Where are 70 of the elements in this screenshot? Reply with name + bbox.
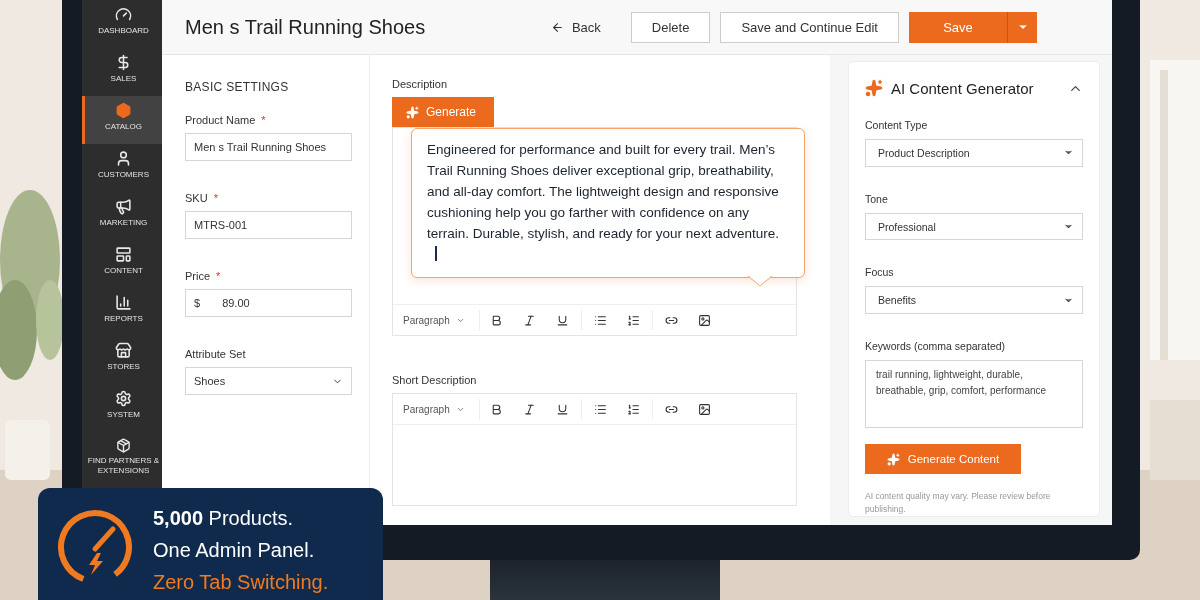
field-label: Price (185, 270, 211, 282)
package-icon (115, 438, 132, 453)
format-dropdown[interactable]: Paragraph (403, 398, 480, 420)
back-link[interactable]: Back (550, 19, 601, 35)
field-label: Focus (865, 266, 895, 279)
keywords-field[interactable]: trail running, lightweight, durable, breathable, grip, comfort, performance (865, 360, 1083, 429)
banner-text: Zero Tab Switching. (153, 570, 329, 595)
sidebar-item[interactable]: SYSTEM (82, 384, 162, 432)
sidebar-item[interactable]: REPORTS (82, 288, 162, 336)
sidebar-label: REPORTS (104, 314, 143, 324)
megaphone-icon (115, 198, 132, 215)
text-field[interactable]: MTRS-001 (185, 211, 352, 239)
field-label: Keywords (comma separated) (865, 340, 1007, 352)
sidebar-label: MARKETING (99, 218, 148, 228)
field-label: Content Type (865, 119, 929, 131)
popover-tail (748, 276, 772, 287)
sidebar-label: SALES (110, 74, 137, 84)
sidebar-label: DASHBOARD (98, 26, 149, 36)
format-dropdown[interactable]: Paragraph (403, 309, 480, 331)
sidebar-item[interactable]: CUSTOMERS (82, 144, 162, 192)
price-field[interactable]: $ 89.00 (185, 289, 352, 317)
sidebar-item[interactable]: MARKETING (82, 192, 162, 240)
sidebar-label: CATALOG (104, 122, 142, 132)
box-icon (115, 102, 132, 119)
banner-text: 5,000 Products. (153, 506, 295, 531)
field-label: Short Description (392, 374, 478, 386)
generated-text: Engineered for performance and built for every trail. Men’s Trail Running Shoes deliver exceptional grip, breathability, and all-day comfort. The lightweight design and responsive cushioning help you go farther with confidence on any terrain. Durable, stylish, and ready for your next adventure. (427, 139, 782, 265)
select-field[interactable]: Shoes (185, 367, 352, 395)
gauge-icon (115, 6, 132, 23)
field-label: SKU (185, 192, 208, 204)
field-label: Product Name (185, 114, 256, 126)
settings-icon (115, 390, 132, 407)
action-button[interactable]: Delete (630, 11, 711, 43)
text-field[interactable]: Men s Trail Running Shoes (185, 133, 352, 161)
sparkle-icon (865, 79, 883, 97)
field-label: Tone (865, 192, 889, 205)
sidebar-item[interactable]: DASHBOARD (82, 0, 162, 48)
required-mark: * (216, 270, 221, 282)
short-description-editor[interactable]: Paragraph (392, 393, 797, 506)
field-label: Attribute Set (185, 348, 246, 360)
disclaimer-text: AI content quality may vary. Please review before publishing. (865, 490, 1052, 516)
person-icon (115, 150, 132, 167)
sidebar-label: CUSTOMERS (98, 170, 149, 180)
select-field[interactable]: Professional (865, 212, 1083, 241)
store-icon (115, 342, 132, 359)
banner-text: One Admin Panel. (153, 538, 316, 563)
action-button[interactable]: Save and Continue Edit (720, 11, 899, 43)
sidebar-item[interactable]: FIND PARTNERS & EXTENSIONS (82, 432, 162, 480)
sidebar-item[interactable]: SALES (82, 48, 162, 96)
sidebar-label: CONTENT (104, 266, 143, 276)
section-heading: BASIC SETTINGS (185, 80, 290, 94)
sparkle-icon (886, 452, 900, 466)
layout-icon (115, 246, 132, 263)
field-label: Description (392, 78, 449, 90)
sidebar-item[interactable]: CONTENT (82, 240, 162, 288)
select-field[interactable]: Product Description (865, 139, 1083, 167)
back-arrow-icon (550, 20, 564, 34)
page-title: Men s Trail Running Shoes (185, 15, 427, 39)
select-field[interactable]: Benefits (865, 286, 1083, 314)
sidebar-label: STORES (107, 362, 140, 372)
sidebar-item[interactable]: CATALOG (82, 96, 162, 144)
required-mark: * (213, 192, 218, 204)
required-mark: * (261, 114, 266, 126)
sidebar-label: FIND PARTNERS & EXTENSIONS (87, 456, 160, 476)
bar-chart-icon (115, 294, 132, 311)
sidebar-label: SYSTEM (107, 410, 140, 420)
sparkle-icon (406, 105, 419, 119)
card-title: AI Content Generator (891, 79, 1035, 97)
sidebar-item[interactable]: STORES (82, 336, 162, 384)
save-options-button[interactable] (1007, 11, 1037, 43)
